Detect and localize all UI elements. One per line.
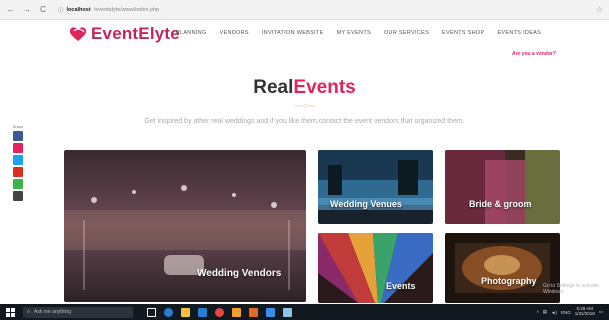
tile-events[interactable]: Events xyxy=(318,233,433,303)
windows-start-icon[interactable] xyxy=(6,307,15,317)
tile-bride-groom[interactable]: Bride & groom xyxy=(445,150,560,224)
brand-name: EventElyte xyxy=(91,24,180,43)
task-view-icon[interactable] xyxy=(147,307,156,317)
tile-label: Photography xyxy=(481,276,537,286)
share-facebook-icon[interactable] xyxy=(13,131,23,141)
windows-taskbar: ○ Ask me anything ^ ▤ ◄) ENG 9:29 AM 1/3… xyxy=(0,304,609,320)
share-pinterest-icon[interactable] xyxy=(13,143,23,153)
tile-label: Events xyxy=(386,281,416,291)
site-header: EventElyte PLANNING VENDORS INVITATION W… xyxy=(0,20,609,57)
title-part-events: Events xyxy=(293,77,356,98)
tile-label: Bride & groom xyxy=(469,199,532,209)
tray-date[interactable]: 1/31/2018 xyxy=(575,311,595,317)
page-title: RealEvents xyxy=(0,77,609,99)
forward-icon[interactable]: → xyxy=(22,5,32,15)
vendor-link[interactable]: Are you a vendor? xyxy=(512,51,556,57)
app-icon-yellow[interactable] xyxy=(232,307,241,317)
title-divider xyxy=(295,104,315,108)
tray-language[interactable]: ENG xyxy=(561,310,571,315)
address-host: localhost xyxy=(66,6,91,13)
tile-wedding-vendors[interactable]: Wedding Vendors xyxy=(64,150,306,302)
share-sidebar: Share xyxy=(11,124,25,203)
reload-icon[interactable]: C xyxy=(38,5,48,15)
file-explorer-icon[interactable] xyxy=(181,307,190,317)
tile-image xyxy=(318,233,433,303)
menu-item-my-events[interactable]: MY EVENTS xyxy=(337,30,371,36)
title-part-real: Real xyxy=(253,77,294,98)
address-bar[interactable]: ⓘ localhost/eventelyte/www/index.php xyxy=(54,4,163,16)
page-subtitle: Get inspired by other real weddings and … xyxy=(144,118,465,125)
menu-item-invitation-website[interactable]: INVITATION WEBSITE xyxy=(262,30,324,36)
share-label: Share xyxy=(12,124,24,129)
app-icon-orange[interactable] xyxy=(249,307,258,317)
menu-item-events-shop[interactable]: EVENTS SHOP xyxy=(442,30,484,36)
bookmark-star-icon[interactable]: ☆ xyxy=(596,5,603,14)
system-tray: ^ ▤ ◄) ENG 9:29 AM 1/31/2018 ▭ xyxy=(537,306,603,317)
back-icon[interactable]: ← xyxy=(6,5,16,15)
info-icon: ⓘ xyxy=(58,7,64,14)
tile-image xyxy=(318,150,433,224)
address-path: /eventelyte/www/index.php xyxy=(93,6,160,13)
edge-icon[interactable] xyxy=(164,307,173,317)
menu-item-vendors[interactable]: VENDORS xyxy=(220,30,249,36)
taskbar-search-input[interactable]: ○ Ask me anything xyxy=(23,306,133,318)
notifications-icon[interactable]: ▭ xyxy=(599,309,603,315)
windows-watermark: Go to Settings to activate Windows. xyxy=(543,283,599,295)
browser-toolbar: ← → C ⓘ localhost/eventelyte/www/index.p… xyxy=(0,0,609,20)
app-icon-blue[interactable] xyxy=(266,307,275,317)
tile-image xyxy=(64,150,306,302)
cortana-icon: ○ xyxy=(27,309,31,315)
menu-item-our-services[interactable]: OUR SERVICES xyxy=(384,30,429,36)
store-icon[interactable] xyxy=(198,307,207,317)
tile-image xyxy=(445,150,560,224)
volume-icon[interactable]: ◄) xyxy=(551,310,557,315)
paint-icon[interactable] xyxy=(283,307,292,317)
network-icon[interactable]: ▤ xyxy=(543,309,547,315)
menu-item-events-ideas[interactable]: EVENTS IDEAS xyxy=(497,30,541,36)
share-google-icon[interactable] xyxy=(13,167,23,177)
taskbar-search-placeholder: Ask me anything xyxy=(34,309,71,315)
menu-item-planning[interactable]: PLANNING xyxy=(176,30,207,36)
tray-chevron-icon[interactable]: ^ xyxy=(537,310,539,315)
tile-label: Wedding Venues xyxy=(330,199,402,209)
main-menu: PLANNING VENDORS INVITATION WEBSITE MY E… xyxy=(176,30,541,36)
share-whatsapp-icon[interactable] xyxy=(13,179,23,189)
taskbar-apps xyxy=(147,307,292,317)
chrome-icon[interactable] xyxy=(215,307,224,317)
share-more-icon[interactable] xyxy=(13,191,23,201)
tile-wedding-venues[interactable]: Wedding Venues xyxy=(318,150,433,224)
heart-logo-icon xyxy=(69,27,87,41)
tile-label: Wedding Vendors xyxy=(197,268,282,279)
brand-logo[interactable]: EventElyte xyxy=(68,24,180,44)
share-twitter-icon[interactable] xyxy=(13,155,23,165)
